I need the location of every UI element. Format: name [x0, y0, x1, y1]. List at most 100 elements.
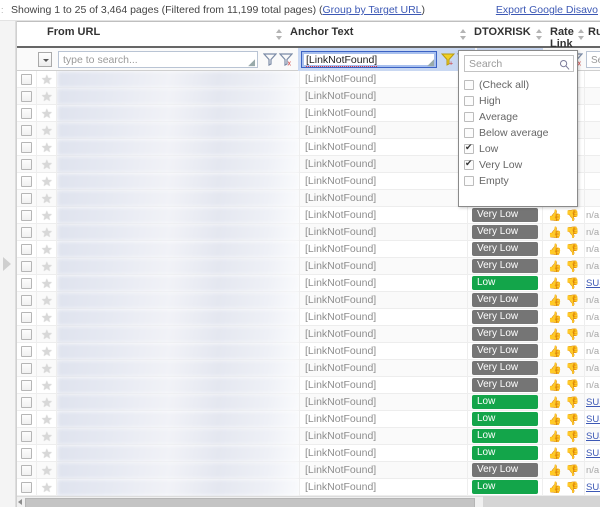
star-icon[interactable]: ★	[41, 481, 54, 494]
table-row[interactable]: ★[LinkNotFound]Low👍👎SUS	[17, 394, 600, 411]
rate-link-controls[interactable]: 👍 👎	[548, 396, 583, 409]
row-select-cell[interactable]	[17, 411, 37, 428]
rate-link-cell[interactable]: 👍 👎	[543, 275, 585, 292]
table-row[interactable]: ★ [LinkNotFound] Very Low 👍 👎 n/a	[17, 258, 600, 275]
from-url-cell[interactable]	[57, 377, 300, 394]
star-icon[interactable]: ★	[41, 311, 54, 324]
rate-link-controls[interactable]: 👍 👎	[548, 311, 583, 324]
from-url-cell[interactable]	[57, 156, 300, 173]
row-select-cell[interactable]	[17, 292, 37, 309]
rule-cell[interactable]: SUS	[585, 428, 600, 445]
table-row[interactable]: ★ [LinkNotFound] Very Low 👍 👎 n/a	[17, 241, 600, 258]
row-favorite-cell[interactable]: ★	[37, 224, 57, 241]
option-checkbox[interactable]	[464, 128, 474, 138]
rate-link-cell[interactable]: 👍 👎	[543, 241, 585, 258]
rule-cell[interactable]	[585, 71, 600, 88]
thumb-up-icon[interactable]: 👍	[548, 210, 562, 222]
from-url-cell[interactable]	[57, 105, 300, 122]
dropdown-option-very-low[interactable]: Very Low	[459, 157, 577, 173]
row-checkbox[interactable]	[21, 159, 32, 170]
dropdown-option-high[interactable]: High	[459, 93, 577, 109]
rule-link[interactable]: SUS	[586, 448, 600, 459]
rule-cell[interactable]: n/a	[585, 241, 600, 258]
star-icon[interactable]: ★	[41, 345, 54, 358]
star-icon[interactable]: ★	[41, 362, 54, 375]
rate-link-controls[interactable]: 👍 👎	[548, 464, 583, 477]
rate-link-controls[interactable]: 👍 👎	[548, 328, 583, 341]
table-row[interactable]: ★ [LinkNotFound] Very Low 👍 👎 n/a	[17, 224, 600, 241]
table-row[interactable]: ★[LinkNotFound]Low👍👎SUS	[17, 428, 600, 445]
row-checkbox[interactable]	[21, 108, 32, 119]
column-header-anchor-text[interactable]: Anchor Text	[284, 22, 452, 49]
thumb-down-icon[interactable]: 👎	[566, 278, 580, 290]
thumb-up-icon[interactable]: 👍	[548, 397, 562, 409]
column-header-rate-link[interactable]: Rate Link	[544, 22, 578, 49]
rule-cell[interactable]: n/a	[585, 343, 600, 360]
thumb-up-icon[interactable]: 👍	[548, 261, 562, 273]
sort-icon-rate-link[interactable]	[578, 29, 585, 41]
table-row[interactable]: ★ [LinkNotFound] Very Low 👍 👎 n/a	[17, 462, 600, 479]
option-checkbox[interactable]	[464, 80, 474, 90]
dropdown-search-input[interactable]: Search	[464, 55, 574, 72]
dropdown-option-below-average[interactable]: Below average	[459, 125, 577, 141]
rule-cell[interactable]: n/a	[585, 360, 600, 377]
row-select-cell[interactable]	[17, 156, 37, 173]
row-select-cell[interactable]	[17, 173, 37, 190]
star-icon[interactable]: ★	[41, 328, 54, 341]
table-row[interactable]: ★ [LinkNotFound] Very Low 👍 👎 n/a	[17, 207, 600, 224]
dropdown-option-empty[interactable]: Empty	[459, 173, 577, 189]
thumb-up-icon[interactable]: 👍	[548, 482, 562, 494]
row-select-cell[interactable]	[17, 122, 37, 139]
thumb-down-icon[interactable]: 👎	[566, 414, 580, 426]
thumb-down-icon[interactable]: 👎	[566, 448, 580, 460]
row-select-cell[interactable]	[17, 445, 37, 462]
from-url-cell[interactable]	[57, 411, 300, 428]
thumb-down-icon[interactable]: 👎	[566, 210, 580, 222]
rule-cell[interactable]: SUS	[585, 479, 600, 496]
rate-link-controls[interactable]: 👍 👎	[548, 277, 583, 290]
thumb-down-icon[interactable]: 👎	[566, 363, 580, 375]
rule-cell[interactable]	[585, 105, 600, 122]
star-icon[interactable]: ★	[41, 413, 54, 426]
row-favorite-cell[interactable]: ★	[37, 292, 57, 309]
star-icon[interactable]: ★	[41, 90, 54, 103]
dropdown-option-average[interactable]: Average	[459, 109, 577, 125]
star-icon[interactable]: ★	[41, 396, 54, 409]
rate-link-cell[interactable]: 👍 👎	[543, 462, 585, 479]
row-favorite-cell[interactable]: ★	[37, 71, 57, 88]
from-url-cell[interactable]	[57, 207, 300, 224]
star-icon[interactable]: ★	[41, 243, 54, 256]
row-checkbox[interactable]	[21, 142, 32, 153]
from-url-cell[interactable]	[57, 139, 300, 156]
row-checkbox[interactable]	[21, 210, 32, 221]
column-header-dtoxrisk[interactable]: DTOXRISK	[468, 22, 536, 49]
rate-link-cell[interactable]: 👍 👎	[543, 394, 585, 411]
from-url-cell[interactable]	[57, 88, 300, 105]
rate-link-cell[interactable]: 👍 👎	[543, 343, 585, 360]
thumb-down-icon[interactable]: 👎	[566, 329, 580, 341]
table-row[interactable]: ★[LinkNotFound]Low👍👎SUS	[17, 479, 600, 496]
star-icon[interactable]: ★	[41, 209, 54, 222]
row-select-cell[interactable]	[17, 377, 37, 394]
rule-link[interactable]: SUS	[586, 431, 600, 442]
scroll-left-arrow-icon[interactable]	[18, 499, 22, 505]
sort-icon-dtoxrisk[interactable]	[536, 29, 543, 41]
rate-link-controls[interactable]: 👍 👎	[548, 430, 583, 443]
row-checkbox[interactable]	[21, 91, 32, 102]
row-select-cell[interactable]	[17, 360, 37, 377]
rule-link[interactable]: SUS	[586, 278, 600, 289]
from-url-cell[interactable]	[57, 479, 300, 496]
rate-link-controls[interactable]: 👍 👎	[548, 379, 583, 392]
option-checkbox[interactable]	[464, 142, 474, 154]
table-row[interactable]: ★ [LinkNotFound] Very Low 👍 👎 n/a	[17, 309, 600, 326]
star-icon[interactable]: ★	[41, 447, 54, 460]
sort-icon-anchor-text[interactable]	[460, 29, 467, 41]
from-url-cell[interactable]	[57, 326, 300, 343]
row-select-cell[interactable]	[17, 207, 37, 224]
row-select-cell[interactable]	[17, 326, 37, 343]
rule-cell[interactable]: n/a	[585, 309, 600, 326]
row-select-cell[interactable]	[17, 224, 37, 241]
from-url-cell[interactable]	[57, 309, 300, 326]
thumb-up-icon[interactable]: 👍	[548, 329, 562, 341]
row-select-cell[interactable]	[17, 258, 37, 275]
